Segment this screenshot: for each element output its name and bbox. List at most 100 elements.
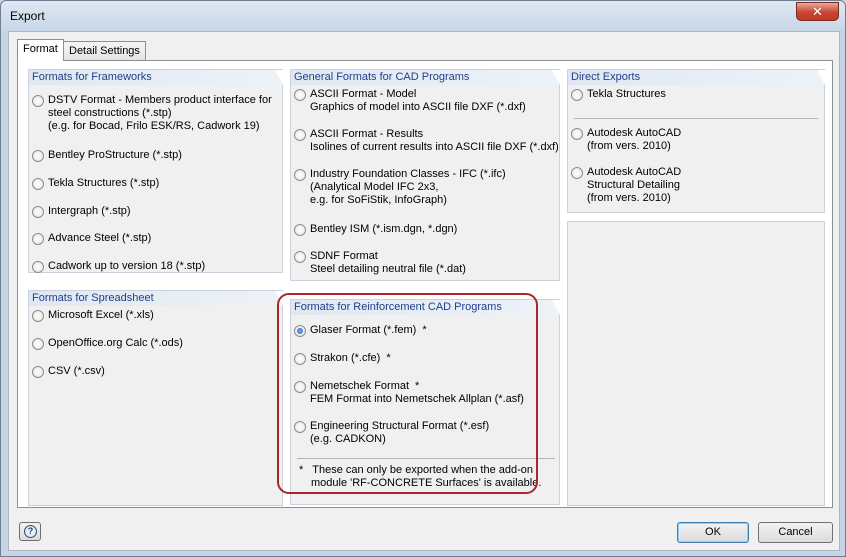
option-label-line: Nemetschek Format (310, 380, 410, 392)
cad-option[interactable]: SDNF Format Steel detailing neutral file … (294, 250, 466, 276)
framework-option[interactable]: DSTV Format - Members product interface … (32, 94, 272, 133)
help-icon: ? (24, 525, 37, 538)
option-label: Autodesk AutoCAD (from vers. 2010) (587, 127, 681, 153)
group-header-direct-exports: Direct Exports (568, 70, 825, 85)
option-label-line: e.g. for SoFiStik, InfoGraph) (310, 194, 447, 206)
radio-button[interactable] (32, 233, 44, 245)
framework-option[interactable]: Advance Steel (*.stp) (32, 232, 151, 245)
radio-button[interactable] (571, 167, 583, 179)
reinforcement-option[interactable]: Nemetschek Format * FEM Format into Nemets… (294, 380, 524, 406)
option-label-line: Intergraph (*.stp) (48, 205, 131, 217)
direct-option[interactable]: Tekla Structures (571, 88, 666, 101)
option-label: Engineering Structural Format (*.esf) (e.… (310, 420, 489, 446)
cad-option[interactable]: Industry Foundation Classes - IFC (*.ifc… (294, 168, 506, 207)
reinforcement-option[interactable]: Glaser Format (*.fem) * (294, 324, 427, 337)
radio-button[interactable] (32, 338, 44, 350)
spreadsheet-option[interactable]: Microsoft Excel (*.xls) (32, 309, 154, 322)
direct-option[interactable]: Autodesk AutoCAD Structural Detailing (fro… (571, 166, 681, 205)
radio-button[interactable] (32, 310, 44, 322)
radio-button[interactable] (32, 206, 44, 218)
reinforcement-option[interactable]: Strakon (*.cfe) * (294, 352, 391, 365)
group-spreadsheet: Formats for Spreadsheet Microsoft Excel … (28, 290, 283, 506)
option-label: Bentley ProStructure (*.stp) (48, 149, 182, 162)
option-label-line: Microsoft Excel (*.xls) (48, 309, 154, 321)
radio-button[interactable] (571, 128, 583, 140)
option-label: Intergraph (*.stp) (48, 205, 131, 218)
option-label: Microsoft Excel (*.xls) (48, 309, 154, 322)
cad-option[interactable]: ASCII Format - Model Graphics of model in… (294, 88, 526, 114)
radio-button[interactable] (32, 261, 44, 273)
cad-option[interactable]: Bentley ISM (*.ism.dgn, *.dgn) (294, 223, 457, 236)
option-label-line: Isolines of current results into ASCII f… (310, 141, 559, 153)
framework-option[interactable]: Tekla Structures (*.stp) (32, 177, 159, 190)
footnote-marker: * (422, 324, 427, 336)
framework-option[interactable]: Intergraph (*.stp) (32, 205, 131, 218)
option-label-line: Glaser Format (*.fem) * (310, 324, 427, 337)
option-label: Tekla Structures (*.stp) (48, 177, 159, 190)
option-label: DSTV Format - Members product interface … (48, 94, 272, 133)
spreadsheet-option[interactable]: CSV (*.csv) (32, 365, 105, 378)
help-button[interactable]: ? (19, 522, 41, 541)
group-reinforcement-cad: Formats for Reinforcement CAD Programs G… (290, 299, 560, 505)
option-label-line: ASCII Format - Results (310, 128, 424, 140)
radio-button[interactable] (294, 129, 306, 141)
radio-button[interactable] (294, 381, 306, 393)
option-label: Autodesk AutoCAD Structural Detailing (fro… (587, 166, 681, 205)
radio-button[interactable] (294, 224, 306, 236)
option-label-line: Structural Detailing (587, 179, 680, 191)
option-label-line: CSV (*.csv) (48, 365, 105, 377)
option-label-line: steel constructions (*.stp) (48, 107, 172, 119)
option-label-line: Graphics of model into ASCII file DXF (*… (310, 101, 526, 113)
cancel-button[interactable]: Cancel (758, 522, 833, 543)
group-frameworks: Formats for Frameworks DSTV Format - Mem… (28, 69, 283, 273)
cad-option[interactable]: ASCII Format - Results Isolines of curren… (294, 128, 559, 154)
radio-button[interactable] (294, 325, 306, 337)
radio-button[interactable] (294, 353, 306, 365)
option-label-line: (from vers. 2010) (587, 140, 671, 152)
radio-button[interactable] (571, 89, 583, 101)
radio-button[interactable] (32, 95, 44, 107)
framework-option[interactable]: Cadwork up to version 18 (*.stp) (32, 260, 205, 273)
reinforcement-option[interactable]: Engineering Structural Format (*.esf) (e.… (294, 420, 489, 446)
option-label-line: DSTV Format - Members product interface … (48, 94, 272, 106)
option-label: Tekla Structures (587, 88, 666, 101)
dialog-client: Format Detail Settings Formats for Frame… (8, 31, 840, 551)
framework-option[interactable]: Bentley ProStructure (*.stp) (32, 149, 182, 162)
option-label-line: Glaser Format (*.fem) (310, 324, 417, 336)
radio-button[interactable] (294, 421, 306, 433)
group-header-general-cad: General Formats for CAD Programs (291, 70, 560, 85)
format-tab-panel: Formats for Frameworks DSTV Format - Mem… (17, 60, 833, 508)
radio-button[interactable] (294, 169, 306, 181)
option-label: SDNF Format Steel detailing neutral file … (310, 250, 466, 276)
spreadsheet-option[interactable]: OpenOffice.org Calc (*.ods) (32, 337, 183, 350)
option-label-line: Advance Steel (*.stp) (48, 232, 152, 244)
ok-button[interactable]: OK (677, 522, 749, 543)
group-header-reinforcement-cad: Formats for Reinforcement CAD Programs (291, 300, 560, 315)
radio-button[interactable] (294, 89, 306, 101)
option-label-line: Autodesk AutoCAD (587, 166, 682, 178)
title-bar[interactable]: Export ✕ (1, 1, 845, 31)
tab-format[interactable]: Format (17, 39, 64, 61)
close-button[interactable]: ✕ (796, 2, 839, 21)
export-dialog: Export ✕ Format Detail Settings Formats … (0, 0, 846, 557)
option-label-line: Steel detailing neutral file (*.dat) (310, 263, 466, 275)
option-label-line: Nemetschek Format * (310, 380, 524, 393)
option-label-line: SDNF Format (310, 250, 378, 262)
radio-button[interactable] (32, 178, 44, 190)
option-label: Cadwork up to version 18 (*.stp) (48, 260, 205, 273)
option-label: ASCII Format - Model Graphics of model in… (310, 88, 526, 114)
radio-button[interactable] (294, 251, 306, 263)
option-label: Bentley ISM (*.ism.dgn, *.dgn) (310, 223, 457, 236)
option-label-line: Strakon (*.cfe) * (310, 352, 391, 365)
radio-button[interactable] (32, 150, 44, 162)
radio-button[interactable] (32, 366, 44, 378)
tab-detail-settings[interactable]: Detail Settings (63, 41, 146, 61)
option-label-line: Tekla Structures (*.stp) (48, 177, 160, 189)
option-label-line: Autodesk AutoCAD (587, 127, 682, 139)
direct-option[interactable]: Autodesk AutoCAD (from vers. 2010) (571, 127, 681, 153)
option-label: Industry Foundation Classes - IFC (*.ifc… (310, 168, 506, 207)
option-label-line: Tekla Structures (587, 88, 666, 100)
group-direct-exports: Direct Exports Tekla Structures Autodesk … (567, 69, 825, 213)
direct-separator (574, 118, 818, 119)
footnote-separator (297, 458, 555, 459)
